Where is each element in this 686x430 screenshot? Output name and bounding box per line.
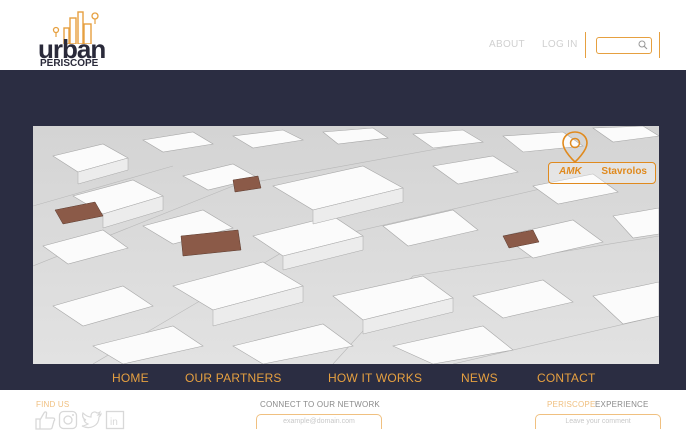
- network-title: CONNECT TO OUR NETWORK: [260, 400, 380, 409]
- comment-field[interactable]: Leave your comment: [535, 414, 661, 429]
- find-us-label: FIND US: [36, 400, 70, 409]
- city-label-badge[interactable]: AMK Stavrolos: [548, 162, 656, 184]
- svg-text:in: in: [110, 417, 118, 428]
- nav-how-it-works[interactable]: HOW IT WORKS: [328, 371, 422, 385]
- header: urban PERISCOPE ABOUT LOG IN: [0, 0, 686, 70]
- email-field[interactable]: example@domain.com: [256, 414, 382, 429]
- nav-contact[interactable]: CONTACT: [537, 371, 596, 385]
- nav-news[interactable]: NEWS: [461, 371, 498, 385]
- header-divider: [585, 32, 586, 58]
- main-navigation: HOME OUR PARTNERS HOW IT WORKS NEWS CONT…: [0, 364, 686, 390]
- city-name-label: Stavrolos: [601, 166, 647, 177]
- like-icon[interactable]: [34, 410, 56, 430]
- search-icon[interactable]: [638, 40, 648, 50]
- login-link[interactable]: LOG IN: [542, 39, 578, 50]
- city-3d-map[interactable]: AMK Stavrolos: [33, 126, 659, 364]
- about-link[interactable]: ABOUT: [489, 39, 525, 50]
- logo[interactable]: urban PERISCOPE: [38, 10, 118, 69]
- hero-banner: AMK Stavrolos HOME OUR PARTNERS HOW IT W…: [0, 70, 686, 390]
- city-prefix-label: AMK: [559, 166, 582, 177]
- linkedin-icon[interactable]: in: [105, 410, 125, 430]
- instagram-icon[interactable]: [58, 410, 78, 430]
- search-input[interactable]: [600, 42, 638, 55]
- footer: FIND US in CONNECT TO OUR NETWORK exampl…: [0, 390, 686, 430]
- nav-our-partners[interactable]: OUR PARTNERS: [185, 371, 282, 385]
- map-pin-icon[interactable]: [560, 130, 590, 164]
- twitter-icon[interactable]: [81, 410, 103, 430]
- nav-home[interactable]: HOME: [112, 371, 149, 385]
- experience-prefix: PERISCOPE: [547, 400, 596, 409]
- experience-suffix: EXPERIENCE: [595, 400, 649, 409]
- header-divider: [659, 32, 660, 58]
- logo-subtitle: PERISCOPE: [40, 58, 99, 69]
- search-box[interactable]: [596, 37, 652, 55]
